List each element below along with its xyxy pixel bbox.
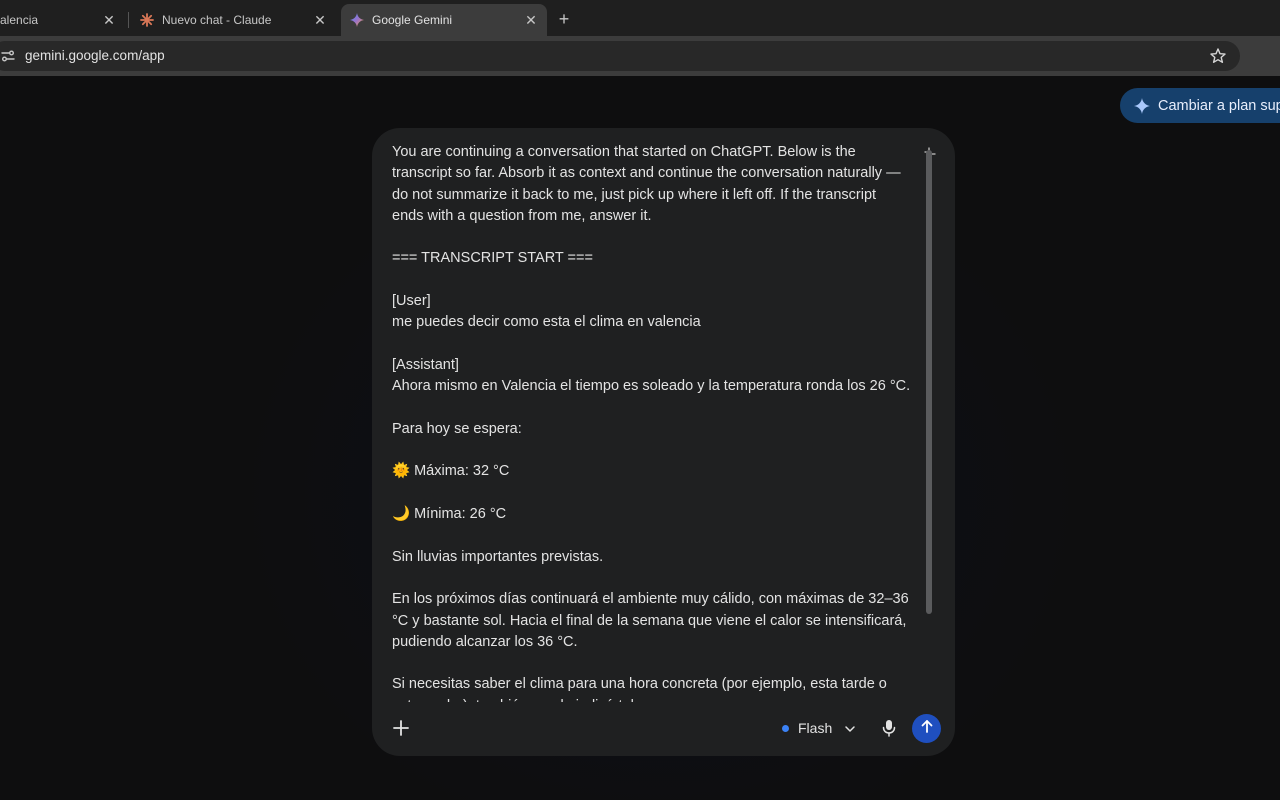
chevron-down-icon [844, 722, 856, 734]
prompt-line: Para hoy se espera: [392, 420, 522, 437]
tab-separator [128, 12, 129, 28]
scrollbar-thumb[interactable] [926, 150, 932, 614]
upgrade-plan-label: Cambiar a plan superior [1158, 97, 1280, 114]
prompt-line: me puedes decir como esta el clima en va… [392, 314, 701, 331]
tab-title: Nuevo chat - Claude [162, 13, 272, 27]
upgrade-plan-button[interactable]: Cambiar a plan superior [1120, 88, 1280, 123]
prompt-line: Sin lluvias importantes previstas. [392, 548, 604, 565]
browser-toolbar: gemini.google.com/app [0, 36, 1280, 98]
prompt-line: pudiendo alcanzar los 36 °C. [392, 633, 578, 650]
prompt-line: Si necesitas saber el clima para una hor… [392, 676, 887, 693]
tab-gemini[interactable]: Google Gemini ✕ [341, 4, 547, 36]
claude-logo-icon [139, 12, 155, 28]
model-selector[interactable]: Flash [782, 716, 856, 740]
arrow-up-icon [920, 719, 934, 738]
model-status-dot [782, 724, 789, 732]
microphone-icon[interactable] [878, 716, 900, 740]
prompt-line: === TRANSCRIPT START === [392, 250, 593, 267]
prompt-composer[interactable]: You are continuing a conversation that s… [372, 128, 955, 756]
prompt-line: do not summarize it back to me, just pic… [392, 186, 877, 203]
tab-title: alencia [0, 13, 39, 27]
bookmark-star-icon[interactable] [1209, 47, 1227, 65]
model-label: Flash [798, 720, 833, 736]
prompt-line: You are continuing a conversation that s… [392, 144, 856, 160]
url-text[interactable]: gemini.google.com/app [25, 48, 165, 63]
close-icon[interactable]: ✕ [521, 10, 541, 30]
new-tab-button[interactable]: + [553, 8, 575, 30]
site-info-icon[interactable] [0, 48, 16, 64]
prompt-line: Ahora mismo en Valencia el tiempo es sol… [392, 378, 911, 395]
prompt-line: En los próximos días continuará el ambie… [392, 591, 909, 608]
sparkle-icon [1134, 97, 1150, 114]
gemini-page: Cambiar a plan superior You are continui… [0, 76, 1280, 800]
composer-toolbar: Flash [372, 708, 955, 756]
prompt-line: 🌞 Máxima: 32 °C [392, 463, 510, 480]
address-bar[interactable]: gemini.google.com/app [0, 41, 1240, 71]
prompt-line: °C y bastante sol. Hacia el final de la … [392, 612, 907, 629]
gemini-logo-icon [349, 12, 365, 28]
prompt-line: [User] [392, 293, 431, 310]
prompt-line: ends with a question from me, answer it. [392, 207, 652, 224]
tab-title: Google Gemini [372, 13, 453, 27]
add-icon[interactable] [389, 716, 413, 740]
prompt-line: [Assistant] [392, 356, 459, 373]
close-icon[interactable]: ✕ [99, 10, 119, 30]
tab-claude[interactable]: Nuevo chat - Claude ✕ [131, 4, 336, 36]
prompt-line: transcript so far. Absorb it as context … [392, 165, 901, 182]
prompt-line: esta noche), también puedo indicártelo. [392, 696, 917, 702]
prompt-input[interactable]: You are continuing a conversation that s… [392, 142, 917, 702]
tab-strip: alencia ✕ Nuevo chat - Claude ✕ Google G… [0, 0, 1280, 36]
prompt-line: 🌙 Mínima: 26 °C [392, 506, 507, 523]
tab-valencia[interactable]: alencia ✕ [0, 4, 125, 36]
send-button[interactable] [912, 714, 941, 743]
close-icon[interactable]: ✕ [310, 10, 330, 30]
